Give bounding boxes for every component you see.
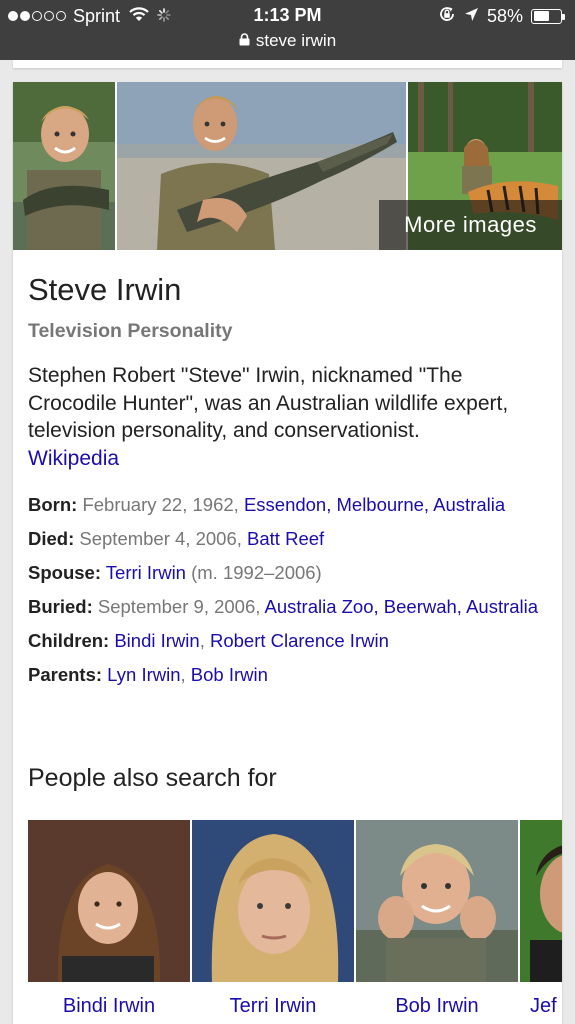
person-photo [520, 820, 562, 982]
rotation-lock-icon [438, 5, 456, 28]
wikipedia-link[interactable]: Wikipedia [28, 447, 119, 470]
photo-steve-with-crocodile[interactable] [13, 82, 115, 250]
person-name: Terri Irwin [229, 995, 317, 1017]
person-card-bob[interactable]: Bob Irwin [356, 820, 518, 1018]
fact-died: Died: September 4, 2006, Batt Reef [28, 526, 553, 552]
fact-date: September 4, 2006, [79, 528, 242, 549]
location-arrow-icon [464, 6, 479, 27]
address-bar[interactable]: steve irwin [0, 31, 575, 51]
url-text: steve irwin [255, 31, 337, 50]
fact-label: Children: [28, 630, 110, 651]
more-images-button[interactable]: More images [379, 200, 562, 250]
entity-title: Steve Irwin [28, 272, 182, 307]
description-text: Stephen Robert "Steve" Irwin, nicknamed … [28, 364, 509, 442]
lock-icon [239, 31, 250, 51]
fact-date: February 22, 1962, [82, 494, 239, 515]
knowledge-panel: More images Steve Irwin Television Perso… [13, 82, 562, 1024]
child-link-bindi[interactable]: Bindi Irwin [114, 630, 199, 651]
fact-label: Buried: [28, 596, 93, 617]
person-photo [356, 820, 518, 982]
fact-spouse: Spouse: Terri Irwin (m. 1992–2006) [28, 560, 553, 586]
person-card-bindi[interactable]: Bindi Irwin [28, 820, 190, 1018]
entity-subtitle: Television Personality [28, 320, 233, 342]
person-name: Jef [530, 995, 557, 1017]
fact-born: Born: February 22, 1962, Essendon, Melbo… [28, 492, 553, 518]
marriage-years: (m. 1992–2006) [191, 562, 322, 583]
fact-buried: Buried: September 9, 2006, Australia Zoo… [28, 594, 553, 620]
fact-label: Died: [28, 528, 75, 549]
spouse-link[interactable]: Terri Irwin [106, 562, 186, 583]
facts-list: Born: February 22, 1962, Essendon, Melbo… [28, 492, 553, 696]
buried-place-link[interactable]: Australia Zoo, Beerwah, Australia [265, 596, 539, 617]
separator: , [199, 630, 205, 651]
photo-steve-holding-crocodile[interactable] [117, 82, 406, 250]
person-photo [28, 820, 190, 982]
people-also-search-carousel[interactable]: Bindi Irwin Terri Irwin Bob Irwin Jef [28, 820, 562, 1024]
died-place-link[interactable]: Batt Reef [247, 528, 324, 549]
battery-percent: 58% [486, 5, 523, 26]
status-right: 58% [438, 5, 565, 27]
battery-level-fill [533, 11, 549, 21]
person-name: Bindi Irwin [62, 995, 156, 1017]
separator: , [180, 664, 186, 685]
fact-children: Children: Bindi Irwin, Robert Clarence I… [28, 628, 553, 654]
previous-card-edge [13, 60, 562, 68]
parent-link-bob[interactable]: Bob Irwin [191, 664, 268, 685]
person-card-jef[interactable]: Jef [520, 820, 562, 1018]
status-bar: Sprint 1:13 PM 58% steve irwin [0, 0, 575, 60]
entity-description: Stephen Robert "Steve" Irwin, nicknamed … [28, 362, 550, 472]
fact-label: Spouse: [28, 562, 101, 583]
fact-label: Parents: [28, 664, 103, 685]
parent-link-lyn[interactable]: Lyn Irwin [107, 664, 180, 685]
child-link-robert[interactable]: Robert Clarence Irwin [210, 630, 389, 651]
person-photo [192, 820, 354, 982]
born-place-link[interactable]: Essendon, Melbourne, Australia [244, 494, 505, 515]
fact-date: September 9, 2006, [97, 596, 261, 617]
people-also-search-title: People also search for [28, 764, 277, 792]
image-strip: More images [13, 82, 562, 250]
person-name: Bob Irwin [395, 995, 479, 1017]
fact-label: Born: [28, 494, 78, 515]
fact-parents: Parents: Lyn Irwin, Bob Irwin [28, 662, 553, 688]
battery-icon [531, 8, 565, 24]
person-card-terri[interactable]: Terri Irwin [192, 820, 354, 1018]
